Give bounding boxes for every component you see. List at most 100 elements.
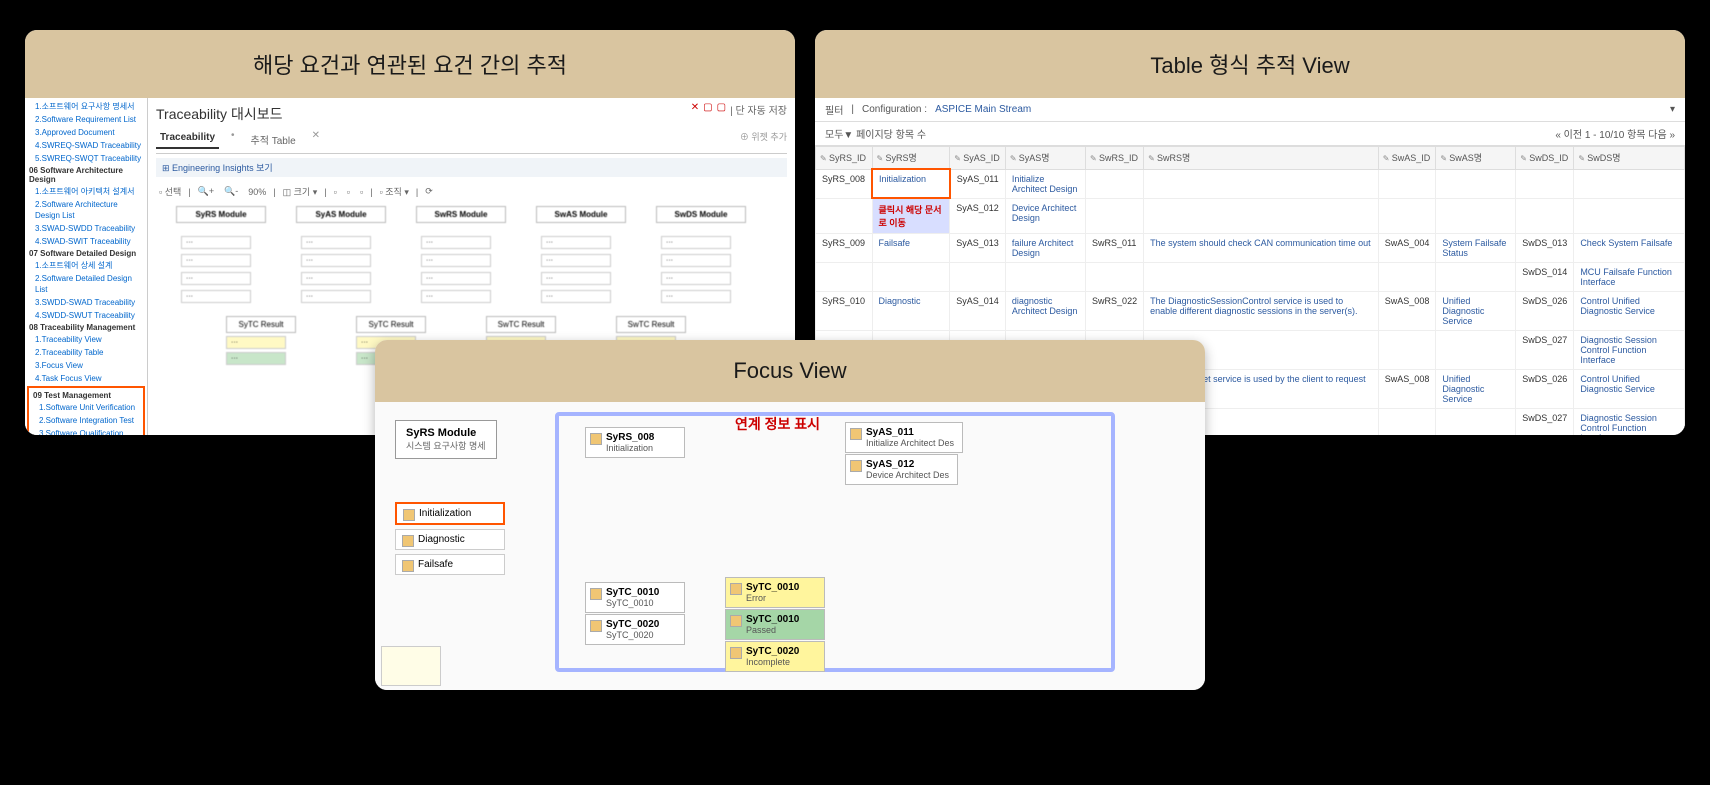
focus-list-item[interactable]: Diagnostic — [395, 529, 505, 550]
diagram-node[interactable]: ··· — [181, 272, 251, 285]
module-box[interactable]: SyAS Module — [296, 206, 386, 223]
sidebar-item[interactable]: 3.Software Qualification Test — [31, 427, 141, 435]
table-cell[interactable] — [1144, 198, 1379, 234]
table-cell[interactable]: Initialize Architect Design — [1005, 169, 1085, 198]
table-cell[interactable]: Diagnostic — [872, 292, 950, 331]
table-cell[interactable]: SwAS_004 — [1378, 234, 1436, 263]
table-cell[interactable] — [1436, 198, 1516, 234]
table-cell[interactable]: Unified Diagnostic Service — [1436, 370, 1516, 409]
column-header[interactable]: SwRS_ID — [1086, 147, 1144, 170]
sidebar-item[interactable]: 2.Software Architecture Design List — [27, 198, 145, 222]
table-cell[interactable]: SyRS_010 — [816, 292, 873, 331]
table-cell[interactable] — [1144, 169, 1379, 198]
sidebar-item[interactable]: 1.Traceability View — [27, 333, 145, 346]
diagram-node[interactable]: ··· — [301, 254, 371, 267]
tool-icon[interactable]: | 단 자동 저장 — [730, 102, 787, 117]
sidebar-item[interactable]: 3.Focus View — [27, 359, 145, 372]
module-box[interactable]: SwAS Module — [536, 206, 626, 223]
table-cell[interactable]: SyRS_008 — [816, 169, 873, 198]
table-cell[interactable] — [1086, 198, 1144, 234]
sidebar-item[interactable]: 2.Software Detailed Design List — [27, 272, 145, 296]
focus-node[interactable]: SyAS_012Device Architect Des — [845, 454, 958, 485]
column-header[interactable]: SyRS명 — [872, 147, 950, 170]
table-cell[interactable] — [1378, 198, 1436, 234]
table-cell[interactable]: SyAS_013 — [950, 234, 1006, 263]
focus-node[interactable]: SyRS_008Initialization — [585, 427, 685, 458]
sidebar-item[interactable]: 5.SWREQ-SWQT Traceability — [27, 152, 145, 165]
focus-canvas[interactable]: 연계 정보 표시 SyRS Module 시스템 요구사항 명세 Initial… — [375, 402, 1205, 690]
table-cell[interactable] — [1378, 263, 1436, 292]
diagram-node[interactable]: ··· — [661, 236, 731, 249]
table-cell[interactable]: SwDS_027 — [1516, 331, 1574, 370]
table-cell[interactable]: System Failsafe Status — [1436, 234, 1516, 263]
table-cell[interactable] — [1436, 409, 1516, 436]
sidebar-item[interactable]: 4.SWAD-SWIT Traceability — [27, 235, 145, 248]
table-cell[interactable]: diagnostic Architect Design — [1005, 292, 1085, 331]
table-cell[interactable] — [816, 263, 873, 292]
insights-bar[interactable]: ⊞ Engineering Insights 보기 — [156, 158, 787, 177]
table-cell[interactable]: SyAS_012 — [950, 198, 1006, 234]
sidebar-item[interactable]: 4.Task Focus View — [27, 372, 145, 385]
table-cell[interactable] — [1574, 169, 1685, 198]
diagram-node[interactable]: ··· — [421, 254, 491, 267]
sidebar-item[interactable]: 3.SWAD-SWDD Traceability — [27, 222, 145, 235]
sidebar-item[interactable]: 3.Approved Document — [27, 126, 145, 139]
diagram-node[interactable]: ··· — [421, 236, 491, 249]
diagram-node[interactable]: ··· — [421, 272, 491, 285]
focus-node[interactable]: SyTC_0020SyTC_0020 — [585, 614, 685, 645]
table-cell[interactable]: The DiagnosticSessionControl service is … — [1144, 292, 1379, 331]
table-cell[interactable]: SyRS_009 — [816, 234, 873, 263]
table-cell[interactable] — [872, 263, 950, 292]
diagram-node[interactable]: ··· — [421, 290, 491, 303]
result-node[interactable]: ··· — [226, 336, 286, 349]
table-cell[interactable]: MCU Failsafe Function Interface — [1574, 263, 1685, 292]
table-cell[interactable] — [950, 263, 1006, 292]
table-cell[interactable] — [1436, 331, 1516, 370]
diagram-node[interactable]: ··· — [541, 254, 611, 267]
sidebar-item[interactable]: 1.소프트웨어 아키텍처 설계서 — [27, 185, 145, 198]
result-node[interactable]: ··· — [226, 352, 286, 365]
tool-icon[interactable]: ▫ — [344, 186, 353, 198]
table-cell[interactable] — [1378, 331, 1436, 370]
focus-node[interactable]: SyTC_0020Incomplete — [725, 641, 825, 672]
tool-icon[interactable]: ▢ — [717, 102, 726, 117]
table-cell[interactable]: SwDS_014 — [1516, 263, 1574, 292]
table-cell[interactable]: SyAS_011 — [950, 169, 1006, 198]
filter-label[interactable]: 필터 — [825, 102, 843, 117]
minimap[interactable] — [381, 646, 441, 686]
diagram-node[interactable]: ··· — [661, 254, 731, 267]
table-cell[interactable]: SwDS_026 — [1516, 292, 1574, 331]
table-cell[interactable] — [1086, 263, 1144, 292]
column-header[interactable]: SwRS명 — [1144, 147, 1379, 170]
column-header[interactable]: SyAS명 — [1005, 147, 1085, 170]
focus-list-item[interactable]: Initialization — [395, 502, 505, 525]
tool-icon[interactable]: ▢ — [703, 102, 712, 117]
table-cell[interactable] — [1005, 263, 1085, 292]
sidebar-item[interactable]: 1.소프트웨어 요구사항 명세서 — [27, 100, 145, 113]
table-cell[interactable] — [1086, 169, 1144, 198]
table-cell[interactable] — [1436, 263, 1516, 292]
module-box[interactable]: SwRS Module — [416, 206, 506, 223]
focus-node[interactable]: SyTC_0010Passed — [725, 609, 825, 640]
pager-right[interactable]: « 이전 1 - 10/10 항목 다음 » — [1555, 126, 1675, 141]
table-cell[interactable]: SwRS_022 — [1086, 292, 1144, 331]
result-box[interactable]: SwTC Result — [616, 316, 686, 333]
table-cell[interactable]: Unified Diagnostic Service — [1436, 292, 1516, 331]
sidebar-item[interactable]: 2.Software Integration Test — [31, 414, 141, 427]
table-cell[interactable]: Device Architect Design — [1005, 198, 1085, 234]
sidebar-item[interactable]: 1.소프트웨어 상세 설계 — [27, 259, 145, 272]
column-header[interactable]: SyAS_ID — [950, 147, 1006, 170]
sidebar-item[interactable]: 1.Software Unit Verification — [31, 401, 141, 414]
widget-add[interactable]: ⊕ 위젯 추가 — [740, 130, 787, 149]
diagram-node[interactable]: ··· — [181, 236, 251, 249]
result-box[interactable]: SwTC Result — [486, 316, 556, 333]
size-tool[interactable]: ◫ 크기 ▾ — [280, 184, 321, 199]
table-cell[interactable] — [1574, 198, 1685, 234]
focus-list-item[interactable]: Failsafe — [395, 554, 505, 575]
table-cell[interactable]: failure Architect Design — [1005, 234, 1085, 263]
column-header[interactable]: SwDS_ID — [1516, 147, 1574, 170]
focus-node[interactable]: SyTC_0010Error — [725, 577, 825, 608]
table-cell[interactable] — [1436, 169, 1516, 198]
diagram-node[interactable]: ··· — [541, 290, 611, 303]
diagram-node[interactable]: ··· — [181, 254, 251, 267]
